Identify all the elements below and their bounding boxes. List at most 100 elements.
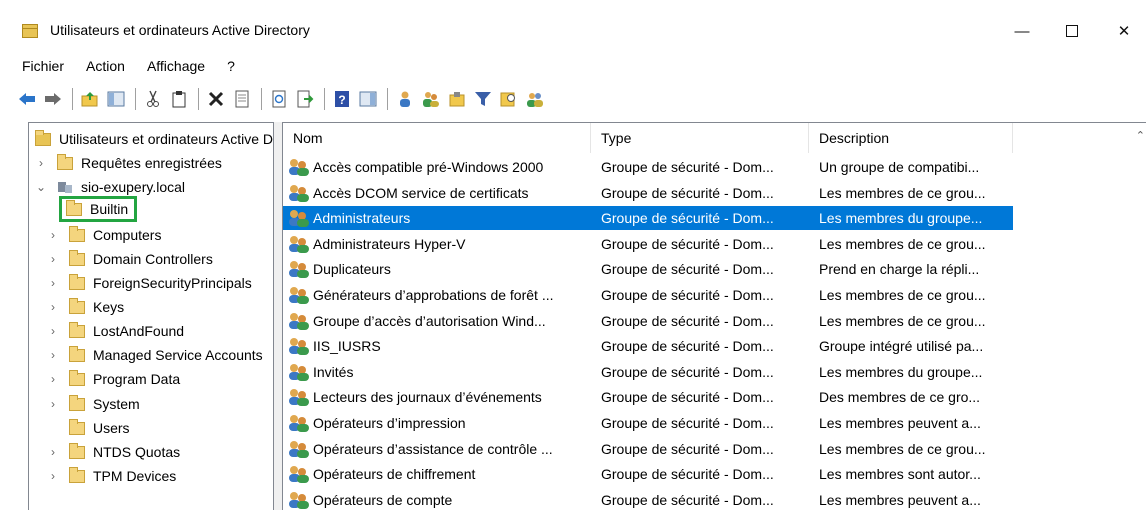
table-row[interactable]: Générateurs d’approbations de forêt ... G… <box>283 283 1013 307</box>
table-row[interactable]: Groupe d’accès d’autorisation Wind... Gro… <box>283 309 1013 333</box>
tree-item-users[interactable]: Users <box>47 416 130 440</box>
table-row[interactable]: Opérateurs de chiffrement Groupe de sécur… <box>283 462 1013 486</box>
new-ou-icon[interactable] <box>446 88 468 110</box>
chevron-right-icon[interactable]: › <box>47 348 59 362</box>
close-button[interactable]: ✕ <box>1104 18 1144 44</box>
refresh-icon[interactable] <box>268 88 290 110</box>
tree-item-program-data[interactable]: › Program Data <box>47 367 180 391</box>
cell-name: Lecteurs des journaux d’événements <box>283 388 591 407</box>
security-group-icon <box>289 465 311 484</box>
svg-text:?: ? <box>338 93 345 107</box>
tree-item-saved-queries[interactable]: › Requêtes enregistrées <box>35 151 222 175</box>
security-group-icon <box>289 286 311 304</box>
tree-item-lost-and-found[interactable]: › LostAndFound <box>47 319 184 343</box>
cell-name: Opérateurs d’assistance de contrôle ... <box>283 440 591 458</box>
group-description: Des membres de ce gro... <box>819 389 981 406</box>
chevron-right-icon[interactable]: › <box>47 276 59 290</box>
column-header-description[interactable]: Description <box>809 123 1013 153</box>
new-user-icon[interactable] <box>394 88 416 110</box>
chevron-right-icon[interactable]: › <box>47 469 59 483</box>
table-row[interactable]: Administrateurs Groupe de sécurité - Dom.… <box>283 206 1013 231</box>
export-list-icon[interactable] <box>294 88 316 110</box>
tree-item-managed-service-accounts[interactable]: › Managed Service Accounts <box>47 343 263 367</box>
tree-item-computers[interactable]: › Computers <box>47 223 161 247</box>
back-arrow-icon[interactable] <box>16 88 38 110</box>
table-row[interactable]: IIS_IUSRS Groupe de sécurité - Dom... Grou… <box>283 334 1013 358</box>
group-name: Administrateurs <box>313 210 411 227</box>
tree-item-system[interactable]: › System <box>47 392 140 416</box>
column-header-type[interactable]: Type <box>591 123 809 153</box>
table-row[interactable]: Accès compatible pré-Windows 2000 Groupe … <box>283 155 1013 179</box>
table-row[interactable]: Administrateurs Hyper-V Groupe de sécurit… <box>283 232 1013 256</box>
tree-item-label: TPM Devices <box>93 468 177 484</box>
table-row[interactable]: Opérateurs de compte Groupe de sécurité -… <box>283 488 1013 510</box>
tree-item-label: Managed Service Accounts <box>93 347 263 363</box>
folder-icon <box>69 321 85 338</box>
table-row[interactable]: Lecteurs des journaux d’événements Groupe… <box>283 385 1013 409</box>
table-row[interactable]: Opérateurs d’assistance de contrôle ... G… <box>283 437 1013 461</box>
chevron-right-icon[interactable]: › <box>47 228 59 242</box>
tree-item-label: Keys <box>93 299 125 315</box>
up-folder-icon[interactable] <box>79 88 101 110</box>
table-row[interactable]: Accès DCOM service de certificats Groupe … <box>283 181 1013 205</box>
chevron-right-icon[interactable]: › <box>47 372 59 386</box>
tree-item-label: Builtin <box>90 201 129 217</box>
chevron-right-icon[interactable]: › <box>47 252 59 266</box>
group-description: Les membres de ce grou... <box>819 312 986 329</box>
console-tree[interactable]: Utilisateurs et ordinateurs Active Direc… <box>28 122 274 510</box>
pane-splitter[interactable] <box>274 122 282 510</box>
chevron-right-icon[interactable]: › <box>47 300 59 314</box>
chevron-right-icon[interactable]: › <box>47 397 59 411</box>
security-group-icon <box>289 260 311 279</box>
help-icon[interactable]: ? <box>331 88 353 110</box>
chevron-right-icon[interactable]: › <box>35 156 47 170</box>
show-hide-action-pane-icon[interactable] <box>357 88 379 110</box>
folder-icon <box>66 199 82 216</box>
group-description: Les membres peuvent a... <box>819 491 981 508</box>
menu-action[interactable]: Action <box>86 56 125 78</box>
scroll-up-arrow-icon[interactable]: ⌃ <box>1136 129 1145 142</box>
delete-icon[interactable] <box>205 88 227 110</box>
filter-icon[interactable] <box>472 88 494 110</box>
tree-item-keys[interactable]: › Keys <box>47 295 124 319</box>
column-header-name[interactable]: Nom <box>283 123 591 153</box>
cell-name: Invités <box>283 363 591 381</box>
show-console-tree-icon[interactable] <box>105 88 127 110</box>
table-row[interactable]: Duplicateurs Groupe de sécurité - Dom... P… <box>283 257 1013 281</box>
new-group-icon[interactable] <box>420 88 442 110</box>
menu-fichier[interactable]: Fichier <box>22 56 64 78</box>
menu-help[interactable]: ? <box>227 56 235 78</box>
cell-name: Administrateurs Hyper-V <box>283 235 591 253</box>
folder-icon <box>69 225 85 242</box>
chevron-down-icon[interactable]: ⌄ <box>35 180 47 194</box>
folder-icon <box>69 297 85 314</box>
tree-item-label: sio-exupery.local <box>81 179 186 195</box>
tree-item-foreign-security-principals[interactable]: › ForeignSecurityPrincipals <box>47 271 252 295</box>
group-name: Opérateurs de compte <box>313 491 453 508</box>
cut-icon[interactable] <box>142 88 164 110</box>
tree-item-ntds-quotas[interactable]: › NTDS Quotas <box>47 440 180 464</box>
find-icon[interactable] <box>498 88 520 110</box>
group-type: Groupe de sécurité - Dom... <box>601 184 774 201</box>
table-row[interactable]: Invités Groupe de sécurité - Dom... Les me… <box>283 360 1013 384</box>
menu-affichage[interactable]: Affichage <box>147 56 205 78</box>
folder-icon <box>69 249 85 266</box>
forward-arrow-icon[interactable] <box>42 88 64 110</box>
tree-item-domain-controllers[interactable]: › Domain Controllers <box>47 247 213 271</box>
add-to-group-icon[interactable] <box>524 88 546 110</box>
properties-icon[interactable] <box>231 88 253 110</box>
chevron-right-icon[interactable]: › <box>47 324 59 338</box>
minimize-button[interactable]: — <box>1002 18 1042 44</box>
tree-item-builtin[interactable]: Builtin <box>59 196 138 222</box>
tree-root[interactable]: Utilisateurs et ordinateurs Active Direc… <box>35 127 273 151</box>
active-directory-app-icon <box>22 24 38 38</box>
copy-icon[interactable] <box>168 88 190 110</box>
chevron-right-icon[interactable]: › <box>47 445 59 459</box>
toolbar-separator <box>135 88 136 110</box>
tree-item-tpm-devices[interactable]: › TPM Devices <box>47 464 176 488</box>
details-list[interactable]: Nom Type Description ⌃ Accès compatible … <box>282 122 1146 510</box>
maximize-button[interactable] <box>1052 18 1092 44</box>
security-group-icon <box>289 158 311 176</box>
table-row[interactable]: Opérateurs d’impression Groupe de sécurit… <box>283 411 1013 435</box>
column-header-filler <box>1013 123 1146 153</box>
